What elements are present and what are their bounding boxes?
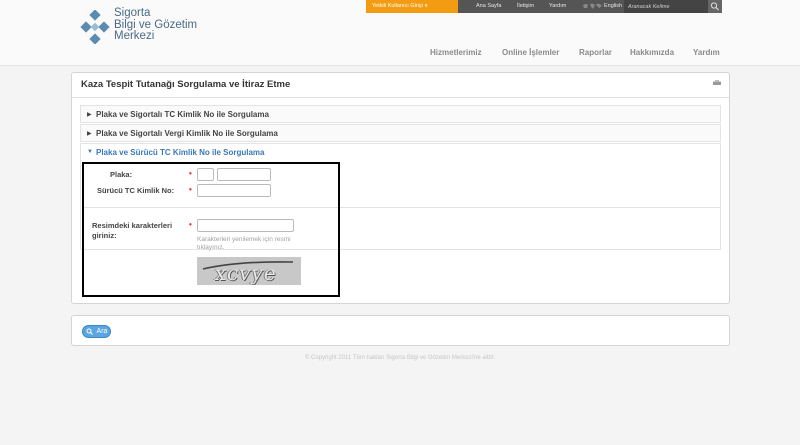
top-link-english[interactable]: English [604, 0, 622, 13]
title-divider [72, 97, 729, 98]
section-label: Plaka ve Sigortalı Vergi Kimlik No ile S… [96, 129, 278, 138]
nav-item-about[interactable]: Hakkımızda [630, 48, 674, 57]
highlight-frame [82, 162, 340, 297]
search-submit-button[interactable]: Ara [82, 325, 111, 338]
logo-text: Sigorta Bilgi ve Gözetim Merkezi [114, 7, 197, 43]
section-plate-insured-tc[interactable]: ▶ Plaka ve Sigortalı TC Kimlik No ile So… [80, 105, 721, 123]
caret-right-icon: ▶ [87, 112, 92, 118]
nav-item-reports[interactable]: Raporlar [579, 48, 612, 57]
world-map-icon [583, 3, 602, 9]
diamond-cluster-logo-icon [80, 10, 110, 44]
user-login-button[interactable]: Yetkili Kullanıcı Girişi ▾ [366, 0, 458, 13]
site-search-button[interactable] [708, 0, 722, 13]
logo-line-1: Sigorta [114, 7, 151, 19]
section-label: Plaka ve Sigortalı TC Kimlik No ile Sorg… [96, 110, 269, 119]
section-plate-insured-tax[interactable]: ▶ Plaka ve Sigortalı Vergi Kimlik No ile… [80, 124, 721, 142]
nav-item-services[interactable]: Hizmetlerimiz [430, 48, 482, 57]
top-utility-bar: Yetkili Kullanıcı Girişi ▾ Ana Sayfa İlet… [366, 0, 722, 13]
site-search [624, 0, 722, 13]
site-logo[interactable]: Sigorta Bilgi ve Gözetim Merkezi [80, 7, 210, 46]
caret-right-icon: ▶ [87, 131, 92, 137]
action-panel: Ara [71, 315, 730, 346]
logo-line-3: Merkezi [114, 30, 155, 42]
search-icon [86, 328, 93, 335]
site-header: Sigorta Bilgi ve Gözetim Merkezi Yetkili… [0, 0, 800, 66]
top-link-contact[interactable]: İletişim [517, 0, 534, 13]
user-login-label: Yetkili Kullanıcı Girişi [372, 3, 423, 9]
print-icon[interactable] [713, 80, 721, 86]
top-link-help[interactable]: Yardım [549, 0, 566, 13]
nav-item-online[interactable]: Online İşlemler [502, 48, 559, 57]
search-icon [710, 2, 719, 11]
caret-down-icon: ▼ [87, 149, 93, 155]
page-title: Kaza Tespit Tutanağı Sorgulama ve İtiraz… [81, 79, 291, 90]
nav-item-help[interactable]: Yardım [693, 48, 720, 57]
top-link-home[interactable]: Ana Sayfa [476, 0, 501, 13]
footer-copyright: © Copyright 2011 Tüm hakları Sigorta Bil… [304, 355, 496, 361]
site-search-input[interactable] [624, 0, 708, 13]
chevron-down-icon: ▾ [424, 3, 428, 9]
search-submit-label: Ara [96, 328, 108, 335]
section-label: Plaka ve Sürücü TC Kimlik No ile Sorgula… [96, 148, 265, 157]
